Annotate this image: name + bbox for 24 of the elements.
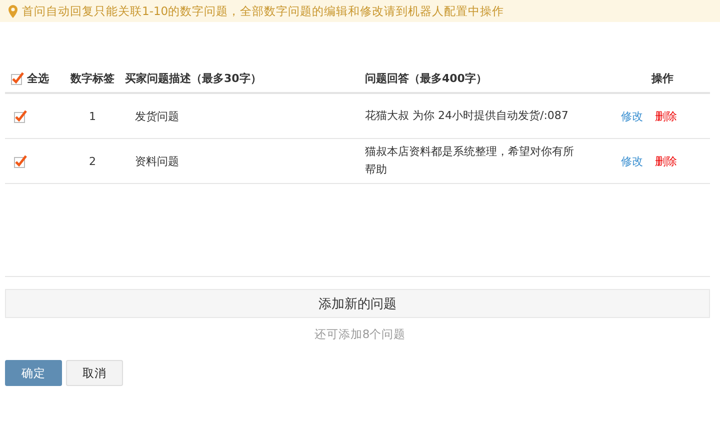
cancel-button[interactable]: 取消: [66, 360, 123, 386]
notice-text: 首问自动回复只能关联1-10的数字问题，全部数字问题的编辑和修改请到机器人配置中操作: [22, 4, 504, 18]
column-header: 操作: [650, 70, 674, 86]
answer-cell-text: 花猫大叔 为你 24小时提供自动发货/:087: [365, 108, 570, 124]
checkbox[interactable]: [14, 154, 27, 168]
column-header: 问题回答（最多400字）: [365, 70, 488, 86]
answer-cell-text: 猫叔本店资料都是系统整理，希望对你有所帮助: [365, 144, 575, 178]
checkbox[interactable]: [11, 72, 24, 84]
remaining-count-text: 还可添加8个问题: [313, 327, 407, 342]
edit-link[interactable]: 修改: [621, 108, 643, 124]
question-cell-text: 资料问题: [134, 154, 180, 168]
add-question-button[interactable]: 添加新的问题: [5, 289, 710, 318]
checkbox[interactable]: [14, 110, 27, 122]
column-header: 数字标签: [69, 70, 116, 86]
number-cell-text: 2: [88, 154, 97, 168]
number-cell-text: 1: [88, 110, 97, 122]
question-cell-text: 发货问题: [134, 108, 180, 124]
select-all-label: 全选: [27, 70, 49, 86]
delete-link[interactable]: 删除: [655, 108, 677, 124]
column-header: 买家问题描述（最多30字）: [125, 70, 262, 86]
edit-link[interactable]: 修改: [621, 154, 643, 168]
location-pin-icon: [8, 4, 18, 18]
delete-link[interactable]: 删除: [655, 154, 677, 168]
confirm-button[interactable]: 确定: [5, 360, 62, 386]
